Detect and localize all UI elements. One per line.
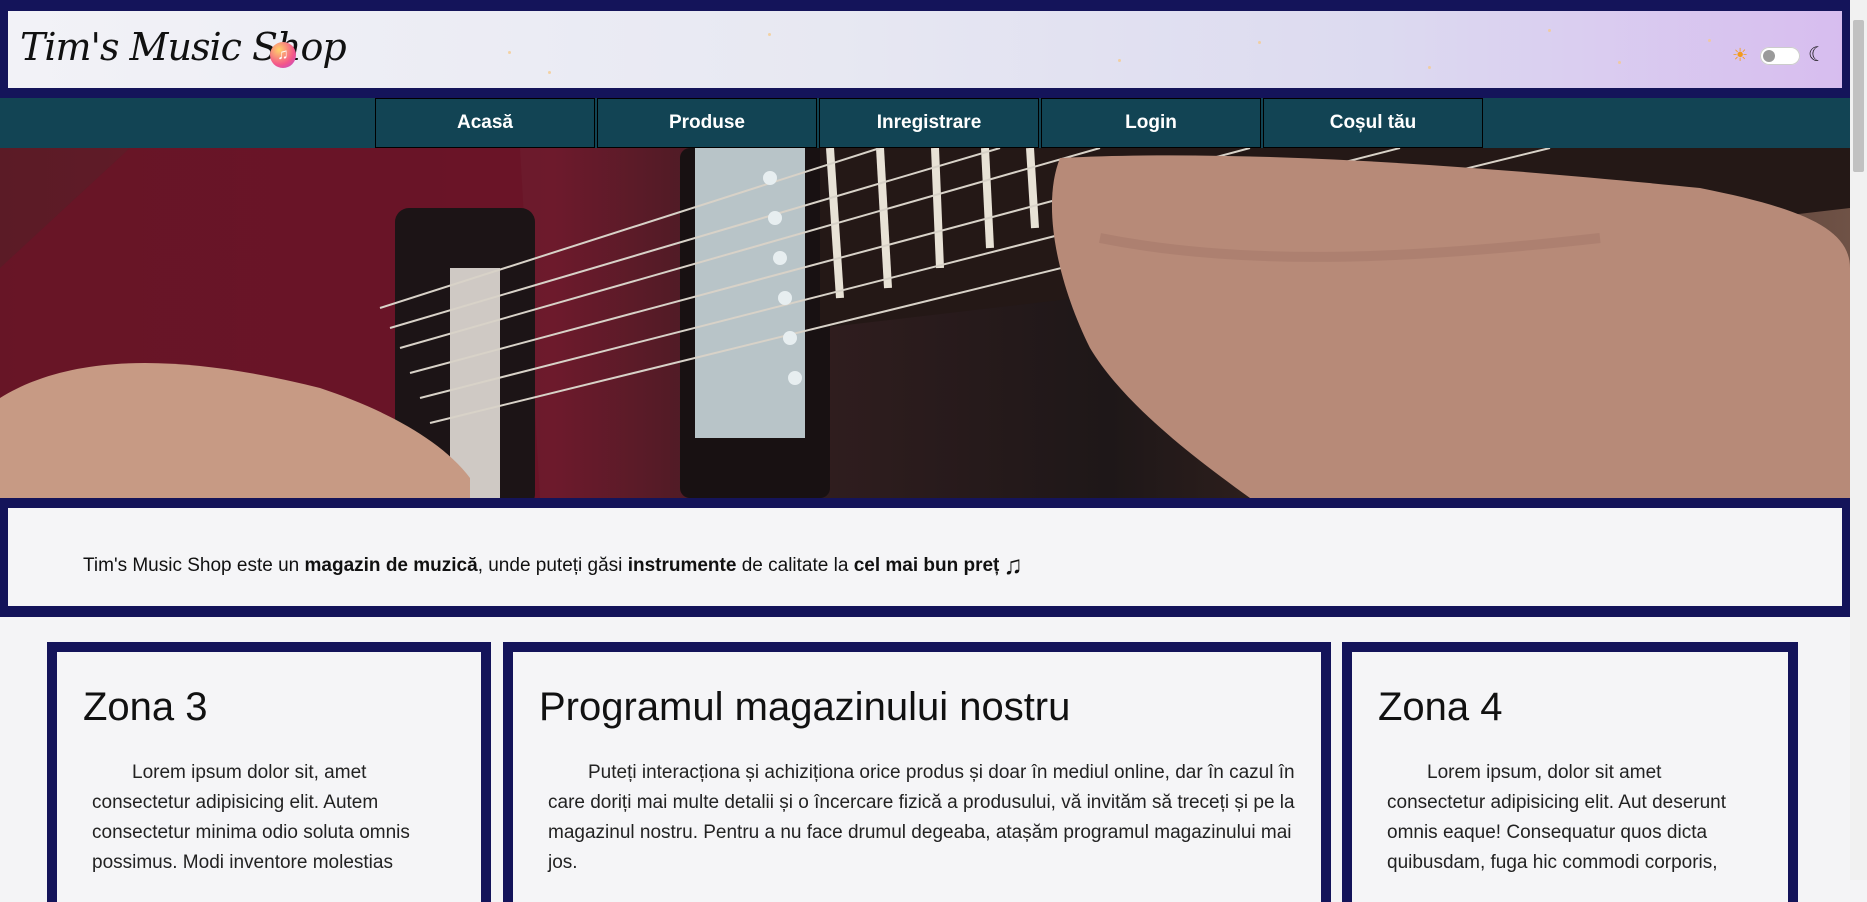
zone-card-inner: Zona 4 Lorem ipsum, dolor sit amet conse… xyxy=(1352,652,1788,902)
sparkle-decoration xyxy=(548,71,551,74)
page: Tim's Music Shop ♫ ☀ ☾ Acasă Produse Inr… xyxy=(0,0,1850,902)
sparkle-decoration xyxy=(768,33,771,36)
site-header: Tim's Music Shop ♫ ☀ ☾ xyxy=(0,0,1850,98)
sparkle-decoration xyxy=(1618,61,1621,64)
nav-item-login[interactable]: Login xyxy=(1041,98,1261,148)
guitar-illustration xyxy=(0,148,1850,498)
moon-icon: ☾ xyxy=(1808,44,1826,66)
intro-text-part: de calitate la xyxy=(736,555,854,576)
music-note-icon: ♫ xyxy=(1003,550,1023,580)
intro-emphasis: cel mai bun preț xyxy=(853,555,1000,576)
zone-text: Lorem ipsum, dolor sit amet consectetur … xyxy=(1387,762,1727,873)
nav-items: Acasă Produse Inregistrare Login Coșul t… xyxy=(375,98,1485,148)
intro-emphasis: magazin de muzică xyxy=(304,555,478,576)
sun-icon: ☀ xyxy=(1732,45,1749,65)
intro-section: Tim's Music Shop este un magazin de muzi… xyxy=(0,498,1850,617)
intro-box: Tim's Music Shop este un magazin de muzi… xyxy=(8,508,1842,606)
intro-emphasis: instrumente xyxy=(627,555,737,576)
nav-item-produse[interactable]: Produse xyxy=(597,98,817,148)
music-note-icon: ♫ xyxy=(270,42,296,68)
zone-title: Zona 3 xyxy=(83,685,208,729)
main-nav: Acasă Produse Inregistrare Login Coșul t… xyxy=(0,98,1850,148)
vertical-scrollbar[interactable] xyxy=(1850,0,1867,880)
theme-switch[interactable] xyxy=(1760,47,1800,65)
hero-image xyxy=(0,148,1850,498)
theme-toggle[interactable]: ☀ ☾ xyxy=(1732,41,1842,71)
zone-4-card: Zona 4 Lorem ipsum, dolor sit amet conse… xyxy=(1342,642,1798,902)
header-banner: Tim's Music Shop ♫ ☀ ☾ xyxy=(8,11,1842,88)
zone-title: Programul magazinului nostru xyxy=(539,685,1071,729)
nav-item-cos[interactable]: Coșul tău xyxy=(1263,98,1483,148)
nav-item-inregistrare[interactable]: Inregistrare xyxy=(819,98,1039,148)
zone-card-inner: Programul magazinului nostru Puteți inte… xyxy=(513,652,1321,902)
sparkle-decoration xyxy=(1548,29,1551,32)
zone-text: Lorem ipsum dolor sit, amet consectetur … xyxy=(92,762,410,873)
sparkle-decoration xyxy=(1428,66,1431,69)
zone-text: Puteți interacționa și achiziționa orice… xyxy=(548,762,1295,873)
intro-text-part: , unde puteți găsi xyxy=(477,555,628,576)
intro-text: Tim's Music Shop este un magazin de muzi… xyxy=(83,550,1023,581)
site-logo[interactable]: Tim's Music Shop xyxy=(20,25,347,69)
intro-text-part: Tim's Music Shop este un xyxy=(83,555,305,576)
zone-card-inner: Zona 3 Lorem ipsum dolor sit, amet conse… xyxy=(57,652,481,902)
zone-3-card: Zona 3 Lorem ipsum dolor sit, amet conse… xyxy=(47,642,491,902)
sparkle-decoration xyxy=(1708,39,1711,42)
zone-title: Zona 4 xyxy=(1378,685,1503,729)
sparkle-decoration xyxy=(1258,41,1261,44)
switch-knob xyxy=(1763,50,1775,62)
program-card: Programul magazinului nostru Puteți inte… xyxy=(503,642,1331,902)
scrollbar-thumb[interactable] xyxy=(1853,20,1864,172)
sparkle-decoration xyxy=(1118,59,1121,62)
nav-item-acasa[interactable]: Acasă xyxy=(375,98,595,148)
sparkle-decoration xyxy=(508,51,511,54)
